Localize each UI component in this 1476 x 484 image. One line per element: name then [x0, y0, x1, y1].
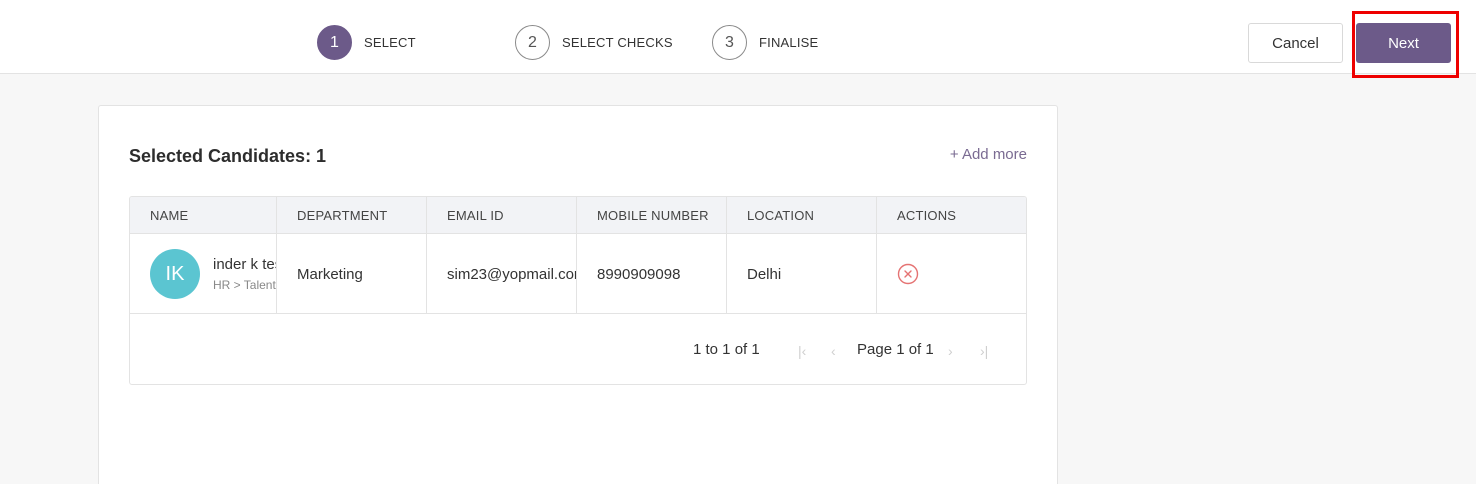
- selected-candidates-panel: Selected Candidates: 1 + Add more NAME D…: [98, 105, 1058, 484]
- pagination-page: Page 1 of 1: [857, 341, 934, 358]
- cell-department: Marketing: [277, 234, 427, 314]
- cell-mobile: 8990909098: [577, 234, 727, 314]
- cell-actions: [877, 234, 1026, 314]
- cancel-button[interactable]: Cancel: [1248, 23, 1343, 63]
- step-number: 1: [317, 25, 352, 60]
- cell-email: sim23@yopmail.com: [427, 234, 577, 314]
- add-more-link[interactable]: + Add more: [950, 146, 1027, 163]
- cell-name: IK inder k test HR > Talent: [130, 234, 277, 314]
- first-page-icon[interactable]: |‹: [798, 343, 806, 359]
- step-number: 3: [712, 25, 747, 60]
- step-number: 2: [515, 25, 550, 60]
- candidate-team: HR > Talent: [213, 278, 276, 292]
- last-page-icon[interactable]: ›|: [980, 343, 988, 359]
- table-header: NAME DEPARTMENT EMAIL ID MOBILE NUMBER L…: [130, 197, 1026, 234]
- wizard-step-finalise[interactable]: 3 FINALISE: [712, 25, 818, 60]
- candidate-name: inder k test: [213, 256, 276, 273]
- next-button[interactable]: Next: [1356, 23, 1451, 63]
- column-header-mobile[interactable]: MOBILE NUMBER: [577, 197, 727, 234]
- next-page-icon[interactable]: ›: [948, 343, 953, 359]
- wizard-header: 1 SELECT 2 SELECT CHECKS 3 FINALISE Canc…: [0, 0, 1476, 78]
- pagination-range: 1 to 1 of 1: [693, 341, 760, 358]
- column-header-department[interactable]: DEPARTMENT: [277, 197, 427, 234]
- column-header-actions: ACTIONS: [897, 208, 957, 223]
- column-header-name[interactable]: NAME: [130, 197, 277, 234]
- candidates-table: NAME DEPARTMENT EMAIL ID MOBILE NUMBER L…: [129, 196, 1027, 385]
- avatar: IK: [150, 249, 200, 299]
- table-row: IK inder k test HR > Talent Marketing si…: [130, 234, 1026, 314]
- candidate-name-block: inder k test HR > Talent: [213, 256, 276, 292]
- step-label: SELECT: [364, 35, 416, 50]
- step-label: FINALISE: [759, 35, 819, 50]
- wizard-step-select-checks[interactable]: 2 SELECT CHECKS: [515, 25, 673, 60]
- step-label: SELECT CHECKS: [562, 35, 673, 50]
- panel-title: Selected Candidates: 1: [129, 146, 327, 166]
- prev-page-icon[interactable]: ‹: [831, 343, 836, 359]
- column-header-email[interactable]: EMAIL ID: [427, 197, 577, 234]
- column-header-location[interactable]: LOCATION: [727, 197, 877, 234]
- wizard-step-select[interactable]: 1 SELECT: [317, 25, 416, 60]
- cell-location: Delhi: [727, 234, 877, 314]
- pagination: 1 to 1 of 1 |‹ ‹ Page 1 of 1 › ›|: [130, 314, 1026, 384]
- remove-circle-icon[interactable]: [897, 263, 919, 285]
